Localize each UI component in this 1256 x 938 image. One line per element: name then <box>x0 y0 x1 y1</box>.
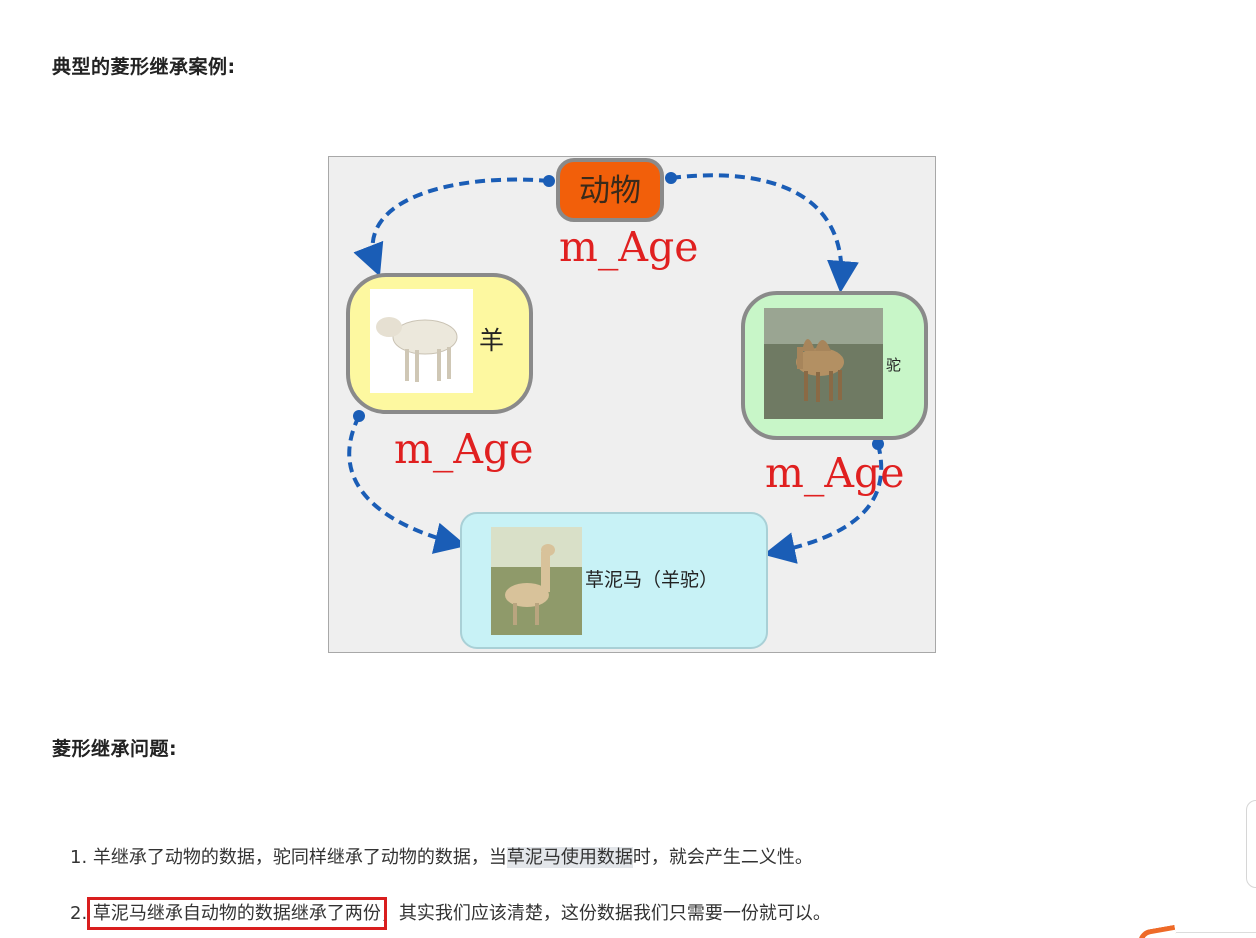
camel-node-label: 驼 <box>886 356 901 374</box>
member-label-animal: m_Age <box>559 223 699 271</box>
orange-icon-fragment[interactable] <box>1135 924 1180 938</box>
list-item: 2. 草泥马继承自动物的数据继承了两份，其实我们应该清楚，这份数据我们只需要一份… <box>70 897 831 930</box>
section-heading-example: 典型的菱形继承案例: <box>52 56 236 78</box>
arrow-animal-to-sheep <box>353 177 550 277</box>
connector-dot <box>353 410 365 422</box>
sheep-node: 羊 <box>346 273 533 414</box>
list-number: 2. <box>70 903 88 924</box>
connector-dot <box>665 172 677 184</box>
list-text: 时，就会产生二义性。 <box>632 847 813 868</box>
camel-node: 驼 <box>741 291 928 440</box>
side-floating-panel[interactable] <box>1246 800 1256 888</box>
animal-node-label: 动物 <box>579 173 641 209</box>
diagram-canvas: 动物 m_Age 羊 m_Age 驼 m_Age 草泥马（羊驼） <box>346 158 928 649</box>
sheep-node-label: 羊 <box>479 326 504 355</box>
alpaca-node: 草泥马（羊驼） <box>460 512 768 649</box>
list-item: 1. 羊继承了动物的数据，驼同样继承了动物的数据，当草泥马使用数据时，就会产生二… <box>70 843 813 869</box>
section-heading-problem: 菱形继承问题: <box>52 738 178 760</box>
list-number: 1. <box>70 847 88 868</box>
alpaca-node-label: 草泥马（羊驼） <box>585 569 718 591</box>
highlighted-text: 草泥马使用数据 <box>506 847 633 868</box>
animal-node: 动物 <box>556 158 664 222</box>
member-label-sheep: m_Age <box>394 425 534 473</box>
red-boxed-text: 草泥马继承自动物的数据继承了两份 <box>86 897 387 930</box>
list-text: 羊继承了动物的数据，驼同样继承了动物的数据，当 <box>92 847 507 868</box>
document-page: 典型的菱形继承案例: 动物 m_Age 羊 m_Age 驼 m_Age 草泥马（… <box>0 0 1256 938</box>
member-label-camel: m_Age <box>765 449 905 497</box>
diamond-inheritance-diagram: 动物 m_Age 羊 m_Age 驼 m_Age 草泥马（羊驼） <box>328 156 936 653</box>
divider <box>1176 932 1256 933</box>
list-text: ，其实我们应该清楚，这份数据我们只需要一份就可以。 <box>380 903 831 924</box>
connector-dot <box>543 175 555 187</box>
